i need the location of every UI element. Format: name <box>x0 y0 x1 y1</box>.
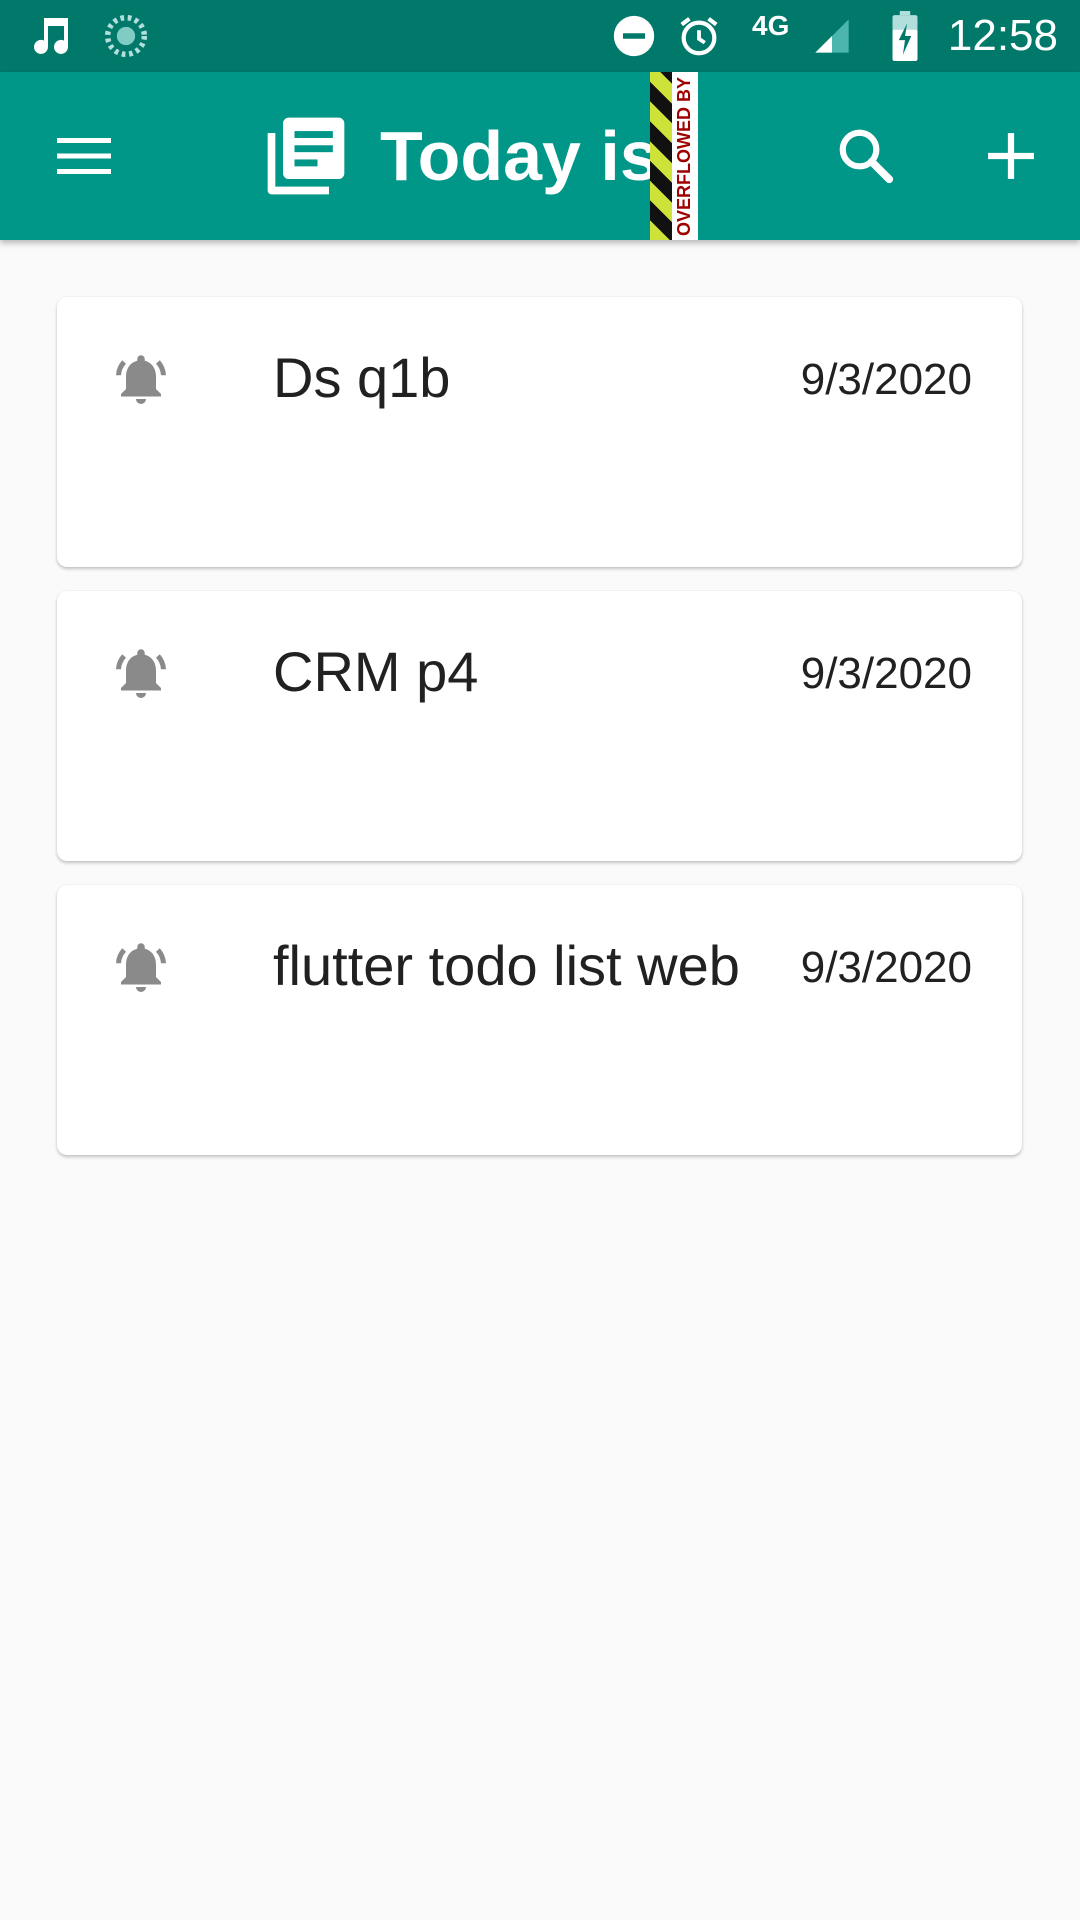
signal-icon <box>812 0 852 72</box>
status-bar: 4G 12:58 <box>0 0 1080 72</box>
overflow-warning-text: OVERFLOWED BY 3 <box>674 76 694 236</box>
task-date: 9/3/2020 <box>800 355 972 404</box>
task-date: 9/3/2020 <box>800 943 972 992</box>
app-bar: Today is <box>0 72 1080 240</box>
sync-icon <box>104 0 148 72</box>
status-time: 12:58 <box>947 11 1058 60</box>
overflow-warning-stripe: OVERFLOWED BY 3 <box>650 72 698 240</box>
bell-icon[interactable] <box>111 937 171 997</box>
music-note-icon <box>28 0 76 72</box>
do-not-disturb-icon <box>612 0 656 72</box>
menu-icon[interactable] <box>52 126 116 186</box>
bell-icon[interactable] <box>111 643 171 703</box>
task-title: CRM p4 <box>273 640 479 703</box>
task-title: Ds q1b <box>273 346 451 409</box>
app-title: Today is <box>380 117 659 195</box>
search-icon[interactable] <box>832 122 900 190</box>
task-card[interactable]: CRM p4 9/3/2020 <box>57 591 1022 861</box>
alarm-icon <box>676 0 722 72</box>
task-card[interactable]: Ds q1b 9/3/2020 <box>57 297 1022 567</box>
add-icon[interactable] <box>980 122 1042 190</box>
bell-icon[interactable] <box>111 349 171 409</box>
task-list: Ds q1b 9/3/2020 CRM p4 9/3/2020 flutter … <box>57 297 1022 1179</box>
network-type-label: 4G <box>752 10 790 41</box>
notes-icon <box>258 108 354 204</box>
task-title: flutter todo list web <box>273 934 740 997</box>
task-date: 9/3/2020 <box>800 649 972 698</box>
battery-charging-icon <box>890 0 920 72</box>
task-card[interactable]: flutter todo list web 9/3/2020 <box>57 885 1022 1155</box>
